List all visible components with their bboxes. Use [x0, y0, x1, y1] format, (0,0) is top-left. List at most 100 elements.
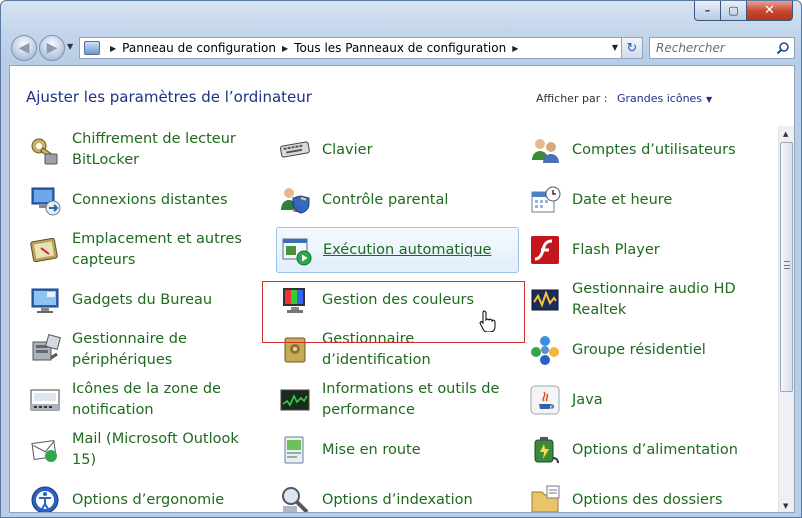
item-execution-automatique[interactable]: Exécution automatique: [276, 227, 519, 273]
refresh-button[interactable]: ↻: [621, 37, 643, 59]
item-controle-parental[interactable]: Contrôle parental: [270, 176, 510, 224]
item-chiffrement-de-lecteur-bitlocker[interactable]: Chiffrement de lecteur BitLocker: [20, 126, 260, 174]
item-connexions-distantes[interactable]: Connexions distantes: [20, 176, 260, 224]
item-flash-player[interactable]: Flash Player: [520, 226, 760, 274]
power-options-icon: [528, 433, 562, 467]
scroll-down-icon[interactable]: ▼: [783, 502, 788, 510]
item-gestionnaire-audio-hd-realtek[interactable]: Gestionnaire audio HD Realtek: [520, 276, 760, 324]
chevron-right-icon[interactable]: ▶: [282, 44, 288, 53]
item-label[interactable]: Contrôle parental: [322, 190, 508, 211]
java-icon: [528, 383, 562, 417]
ease-of-access-icon: [28, 483, 62, 512]
back-arrow-icon: ◀: [18, 40, 30, 56]
item-label[interactable]: Date et heure: [572, 190, 758, 211]
address-bar[interactable]: ▶ Panneau de configuration ▶ Tous les Pa…: [79, 37, 623, 59]
notification-area-icon: [28, 383, 62, 417]
item-icones-de-la-zone-de-notification[interactable]: Icônes de la zone de notification: [20, 376, 260, 424]
item-groupe-residentiel[interactable]: Groupe résidentiel: [520, 326, 760, 374]
item-label[interactable]: Java: [572, 390, 758, 411]
recent-pages-dropdown-icon[interactable]: ▼: [67, 42, 73, 51]
item-label[interactable]: Chiffrement de lecteur BitLocker: [72, 129, 258, 171]
navigation-bar: ◀ ▶ ▼ ▶ Panneau de configuration ▶ Tous …: [9, 33, 795, 61]
calendar-clock-icon: [528, 183, 562, 217]
forward-arrow-icon: ▶: [46, 40, 58, 56]
item-mail-microsoft-outlook-15[interactable]: Mail (Microsoft Outlook 15): [20, 426, 260, 474]
item-label[interactable]: Gadgets du Bureau: [72, 290, 258, 311]
close-button[interactable]: ✕: [747, 1, 793, 21]
flash-player-icon: [528, 233, 562, 267]
item-label[interactable]: Exécution automatique: [323, 240, 509, 261]
window-frame: – ▢ ✕ ◀ ▶ ▼ ▶ Panneau de configuration ▶…: [0, 0, 802, 518]
item-label[interactable]: Gestionnaire audio HD Realtek: [572, 279, 758, 321]
desktop-gadgets-icon: [28, 283, 62, 317]
chevron-down-icon[interactable]: ▼: [706, 95, 712, 104]
keyboard-icon: [278, 133, 312, 167]
breadcrumb-control-panel[interactable]: Panneau de configuration: [122, 41, 276, 55]
control-panel-items: Chiffrement de lecteur BitLocker Clavier C…: [10, 126, 780, 512]
item-options-d-indexation[interactable]: Options d’indexation: [270, 476, 510, 512]
item-label[interactable]: Groupe résidentiel: [572, 340, 758, 361]
item-label[interactable]: Informations et outils de performance: [322, 379, 508, 421]
caption-buttons: – ▢ ✕: [694, 1, 793, 21]
chevron-right-icon[interactable]: ▶: [110, 44, 116, 53]
getting-started-icon: [278, 433, 312, 467]
maximize-button[interactable]: ▢: [721, 1, 747, 21]
item-label[interactable]: Options d’indexation: [322, 490, 508, 511]
item-date-et-heure[interactable]: Date et heure: [520, 176, 760, 224]
item-emplacement-et-autres-capteurs[interactable]: Emplacement et autres capteurs: [20, 226, 260, 274]
item-label[interactable]: Icônes de la zone de notification: [72, 379, 258, 421]
chevron-right-icon[interactable]: ▶: [512, 44, 518, 53]
control-panel-icon: [84, 41, 100, 55]
address-dropdown-icon[interactable]: ▼: [612, 43, 618, 52]
item-gadgets-du-bureau[interactable]: Gadgets du Bureau: [20, 276, 260, 324]
back-button[interactable]: ◀: [11, 35, 37, 61]
item-label[interactable]: Options des dossiers: [572, 490, 758, 511]
grip-icon: [784, 261, 790, 269]
item-label[interactable]: Flash Player: [572, 240, 758, 261]
item-label[interactable]: Options d’ergonomie: [72, 490, 258, 511]
breadcrumb-all-items[interactable]: Tous les Panneaux de configuration: [294, 41, 506, 55]
folder-options-icon: [528, 483, 562, 512]
view-by-dropdown[interactable]: Grandes icônes ▼: [617, 92, 712, 105]
minimize-button[interactable]: –: [694, 1, 721, 21]
item-label[interactable]: Connexions distantes: [72, 190, 258, 211]
item-label[interactable]: Emplacement et autres capteurs: [72, 229, 258, 271]
mail-icon: [28, 433, 62, 467]
autoplay-icon: [279, 233, 313, 267]
scroll-up-icon[interactable]: ▲: [783, 130, 788, 138]
forward-button[interactable]: ▶: [39, 35, 65, 61]
item-gestionnaire-de-peripheriques[interactable]: Gestionnaire de périphériques: [20, 326, 260, 374]
item-informations-et-outils-de-performance[interactable]: Informations et outils de performance: [270, 376, 510, 424]
item-clavier[interactable]: Clavier: [270, 126, 510, 174]
item-label[interactable]: Comptes d’utilisateurs: [572, 140, 758, 161]
item-options-d-ergonomie[interactable]: Options d’ergonomie: [20, 476, 260, 512]
item-label[interactable]: Mise en route: [322, 440, 508, 461]
realtek-audio-icon: [528, 283, 562, 317]
vertical-scrollbar[interactable]: ▲ ▼: [778, 126, 794, 512]
item-label[interactable]: Options d’alimentation: [572, 440, 758, 461]
refresh-icon: ↻: [626, 40, 638, 56]
item-options-d-alimentation[interactable]: Options d’alimentation: [520, 426, 760, 474]
users-icon: [528, 133, 562, 167]
search-icon[interactable]: [776, 41, 790, 55]
parental-control-icon: [278, 183, 312, 217]
location-sensor-icon: [28, 233, 62, 267]
search-box[interactable]: [649, 37, 795, 59]
item-options-des-dossiers[interactable]: Options des dossiers: [520, 476, 760, 512]
item-java[interactable]: Java: [520, 376, 760, 424]
view-by-value[interactable]: Grandes icônes: [617, 92, 702, 105]
view-by-label: Afficher par :: [536, 92, 608, 105]
hand-cursor-icon: [479, 310, 496, 332]
indexing-icon: [278, 483, 312, 512]
search-input[interactable]: [656, 41, 774, 55]
homegroup-icon: [528, 333, 562, 367]
item-label[interactable]: Mail (Microsoft Outlook 15): [72, 429, 258, 471]
content-area: Ajuster les paramètres de l’ordinateur A…: [9, 65, 795, 513]
scroll-thumb[interactable]: [780, 142, 793, 392]
item-mise-en-route[interactable]: Mise en route: [270, 426, 510, 474]
item-label[interactable]: Clavier: [322, 140, 508, 161]
page-title: Ajuster les paramètres de l’ordinateur: [26, 88, 312, 106]
device-manager-icon: [28, 333, 62, 367]
item-label[interactable]: Gestionnaire de périphériques: [72, 329, 258, 371]
item-comptes-d-utilisateurs[interactable]: Comptes d’utilisateurs: [520, 126, 760, 174]
